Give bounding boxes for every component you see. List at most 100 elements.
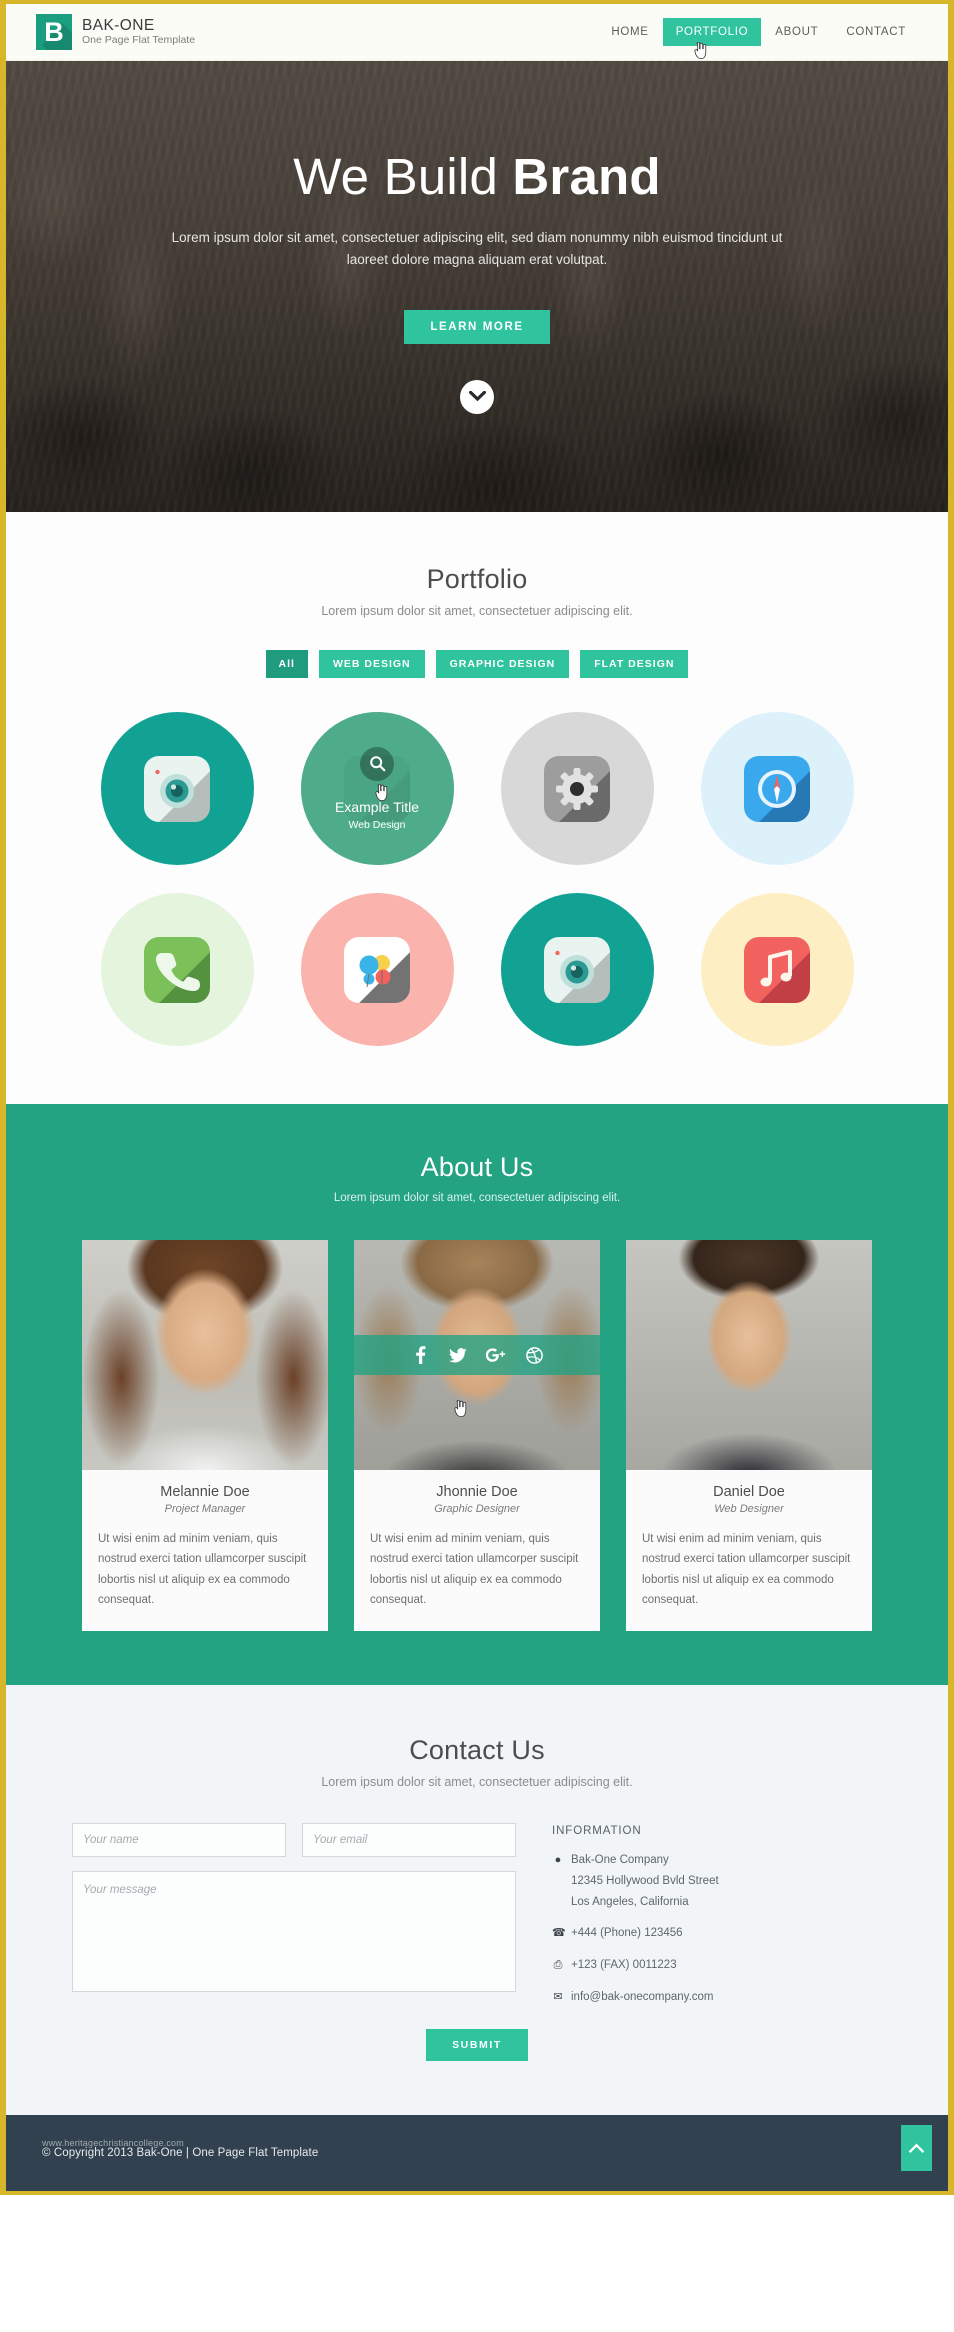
- contact-section: Contact Us Lorem ipsum dolor sit amet, c…: [6, 1684, 948, 2115]
- team-photo-image: [82, 1240, 328, 1470]
- site-header: B BAK-ONE One Page Flat Template HOME PO…: [6, 4, 948, 61]
- scroll-to-top-button[interactable]: [901, 2124, 932, 2171]
- mouse-cursor-icon: [694, 42, 707, 59]
- submit-row: SUBMIT: [72, 2028, 882, 2061]
- team-photo[interactable]: [626, 1240, 872, 1470]
- email-input[interactable]: [302, 1822, 516, 1857]
- team-role: Web Designer: [714, 1503, 784, 1515]
- email-address[interactable]: info@bak-onecompany.com: [571, 1989, 714, 2007]
- music-icon: [744, 936, 810, 1003]
- team-description: Ut wisi enim ad minim veniam, quis nostr…: [370, 1533, 579, 1607]
- brand-subtitle: One Page Flat Template: [82, 33, 196, 46]
- contact-information: INFORMATION ● Bak-One Company 12345 Holl…: [552, 1823, 719, 2007]
- team-photo-image: [626, 1240, 872, 1470]
- team-card[interactable]: Jhonnie Doe Graphic Designer Ut wisi eni…: [354, 1240, 600, 1631]
- portfolio-header: Portfolio Lorem ipsum dolor sit amet, co…: [6, 564, 948, 618]
- team-name: Daniel Doe: [713, 1484, 785, 1500]
- contact-header: Contact Us Lorem ipsum dolor sit amet, c…: [6, 1735, 948, 1789]
- team-photo[interactable]: [354, 1240, 600, 1470]
- phone-line: ☎ +444 (Phone) 123456: [552, 1925, 719, 1943]
- filter-graphic-design[interactable]: GRAPHIC DESIGN: [435, 650, 570, 678]
- facebook-icon[interactable]: [408, 1343, 432, 1367]
- site-footer: © Copyright 2013 Bak-One | One Page Flat…: [6, 2114, 948, 2191]
- team-description: Ut wisi enim ad minim veniam, quis nostr…: [98, 1533, 307, 1607]
- message-textarea[interactable]: [72, 1870, 516, 1992]
- hero-title-light: We Build: [293, 148, 513, 205]
- team-body: Daniel Doe Web Designer Ut wisi enim ad …: [626, 1470, 872, 1631]
- portfolio-item-gear[interactable]: [500, 712, 654, 865]
- contact-title: Contact Us: [409, 1734, 545, 1765]
- about-section: About Us Lorem ipsum dolor sit amet, con…: [6, 1104, 948, 1685]
- envelope-icon: ✉: [553, 1990, 563, 2003]
- compass-icon: [744, 755, 810, 822]
- team-name: Melannie Doe: [160, 1484, 250, 1500]
- phone-icon: ☎: [552, 1927, 566, 1940]
- portfolio-filter-group: All WEB DESIGN GRAPHIC DESIGN FLAT DESIG…: [6, 650, 948, 678]
- portfolio-item-camera-1[interactable]: [100, 712, 254, 865]
- submit-button[interactable]: SUBMIT: [426, 2028, 528, 2061]
- nav-item-portfolio-label: PORTFOLIO: [675, 26, 749, 38]
- team-photo[interactable]: [82, 1240, 328, 1470]
- contact-form-row: [72, 1822, 516, 1857]
- scroll-down-button[interactable]: [460, 379, 494, 414]
- hero-title: We Build Brand: [6, 148, 948, 205]
- team-name: Jhonnie Doe: [436, 1484, 518, 1500]
- fax-line: ⎙ +123 (FAX) 0011223: [552, 1957, 719, 1975]
- copyright-text: © Copyright 2013 Bak-One | One Page Flat…: [42, 2146, 319, 2159]
- hero-subtitle: Lorem ipsum dolor sit amet, consectetuer…: [171, 230, 783, 268]
- phone-number: +444 (Phone) 123456: [571, 1927, 683, 1940]
- chevron-up-icon: [909, 2143, 924, 2153]
- social-links-bar: [354, 1335, 600, 1375]
- nav-item-contact[interactable]: CONTACT: [832, 4, 920, 61]
- about-header: About Us Lorem ipsum dolor sit amet, con…: [6, 1152, 948, 1204]
- portfolio-item-camera-2[interactable]: [500, 893, 654, 1046]
- email-line: ✉ info@bak-onecompany.com: [552, 1989, 719, 2007]
- brand-logo-group[interactable]: B BAK-ONE One Page Flat Template: [36, 14, 195, 50]
- camera-icon: [544, 936, 610, 1003]
- portfolio-title: Portfolio: [426, 564, 528, 594]
- address-line-1: 12345 Hollywood Bvld Street: [571, 1874, 719, 1887]
- printer-icon: ⎙: [553, 1959, 563, 1972]
- contact-subtitle: Lorem ipsum dolor sit amet, consectetuer…: [321, 1774, 633, 1789]
- name-input[interactable]: [72, 1822, 286, 1857]
- team-body: Melannie Doe Project Manager Ut wisi eni…: [82, 1470, 328, 1631]
- team-body: Jhonnie Doe Graphic Designer Ut wisi eni…: [354, 1470, 600, 1631]
- camera-icon: [144, 755, 210, 822]
- filter-all[interactable]: All: [265, 650, 308, 678]
- portfolio-hover-title: Example Title: [334, 798, 420, 815]
- filter-flat-design[interactable]: FLAT DESIGN: [580, 650, 689, 678]
- dribbble-icon[interactable]: [522, 1343, 546, 1367]
- portfolio-item-compass[interactable]: [700, 712, 854, 865]
- phone-icon: [144, 936, 210, 1003]
- logo-letter: B: [44, 16, 64, 47]
- gear-icon: [544, 755, 610, 822]
- google-plus-icon[interactable]: [484, 1343, 508, 1367]
- team-card[interactable]: Daniel Doe Web Designer Ut wisi enim ad …: [626, 1240, 872, 1631]
- map-pin-icon: ●: [554, 1853, 562, 1866]
- portfolio-item-hovered[interactable]: Example Title Web Design: [300, 712, 454, 865]
- contact-form: [72, 1822, 516, 2007]
- nav-item-portfolio[interactable]: PORTFOLIO: [662, 18, 762, 59]
- portfolio-item-balloons[interactable]: [300, 893, 454, 1046]
- brand-title: BAK-ONE: [82, 17, 155, 35]
- company-line: ● Bak-One Company: [552, 1852, 719, 1870]
- twitter-icon[interactable]: [446, 1343, 470, 1367]
- team-card[interactable]: Melannie Doe Project Manager Ut wisi eni…: [82, 1240, 328, 1631]
- learn-more-button[interactable]: LEARN MORE: [404, 309, 550, 344]
- portfolio-item-phone[interactable]: [100, 893, 254, 1046]
- filter-web-design[interactable]: WEB DESIGN: [318, 650, 425, 678]
- nav-item-home[interactable]: HOME: [597, 4, 662, 61]
- team-description: Ut wisi enim ad minim veniam, quis nostr…: [642, 1533, 851, 1607]
- about-subtitle: Lorem ipsum dolor sit amet, consectetuer…: [333, 1192, 621, 1204]
- hero-section: We Build Brand Lorem ipsum dolor sit ame…: [6, 61, 948, 512]
- portfolio-grid: Example Title Web Design: [77, 712, 877, 1046]
- search-icon[interactable]: [360, 746, 394, 781]
- nav-item-about[interactable]: ABOUT: [761, 4, 832, 61]
- team-role: Project Manager: [164, 1503, 246, 1515]
- team-role: Graphic Designer: [434, 1503, 520, 1515]
- address-line-2: Los Angeles, California: [571, 1895, 689, 1908]
- portfolio-item-music[interactable]: [700, 893, 854, 1046]
- portfolio-subtitle: Lorem ipsum dolor sit amet, consectetuer…: [321, 604, 633, 618]
- fax-number: +123 (FAX) 0011223: [571, 1959, 677, 1972]
- chevron-down-icon: [468, 391, 486, 402]
